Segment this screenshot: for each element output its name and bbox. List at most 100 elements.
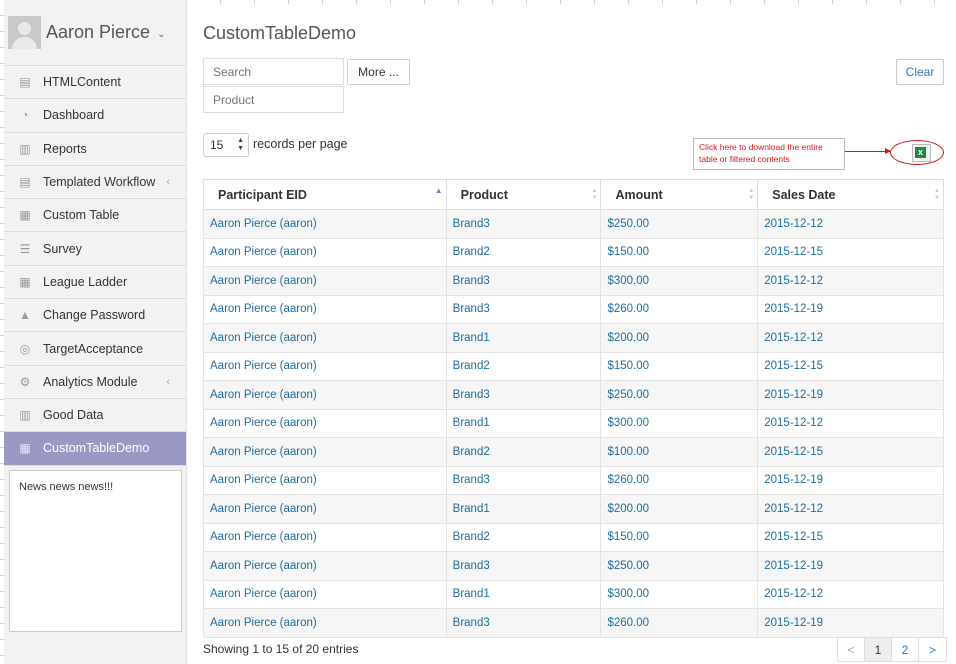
product-cell[interactable]: Brand3 (445, 266, 602, 296)
sales-date-cell[interactable]: 2015-12-12 (757, 323, 944, 353)
product-cell[interactable]: Brand1 (445, 579, 602, 609)
sidebar: Aaron Pierce ⌄ ▤ HTMLContent ◔ Dashboard ▥ Re… (4, 0, 187, 664)
amount-cell[interactable]: $260.00 (600, 294, 759, 324)
sidebar-item-htmlcontent[interactable]: ▤ HTMLContent (4, 66, 186, 100)
product-cell[interactable]: Brand2 (445, 522, 602, 552)
column-header-amount[interactable]: Amount ▲ ▼ (600, 179, 759, 210)
pagination-page-1[interactable]: 1 (865, 638, 892, 661)
product-cell[interactable]: Brand1 (445, 408, 602, 438)
sales-date-cell[interactable]: 2015-12-19 (757, 465, 944, 495)
amount-cell[interactable]: $250.00 (600, 380, 759, 410)
sales-date-cell[interactable]: 2015-12-12 (757, 408, 944, 438)
product-cell[interactable]: Brand2 (445, 351, 602, 381)
sidebar-item-label: Survey (43, 241, 82, 256)
sidebar-item-change-password[interactable]: ▲ Change Password (4, 299, 186, 333)
participant-cell[interactable]: Aaron Pierce (aaron) (203, 465, 447, 495)
user-menu[interactable]: Aaron Pierce ⌄ (4, 0, 186, 66)
participant-cell[interactable]: Aaron Pierce (aaron) (203, 380, 447, 410)
participant-cell[interactable]: Aaron Pierce (aaron) (203, 437, 447, 467)
amount-cell[interactable]: $300.00 (600, 408, 759, 438)
product-cell[interactable]: Brand2 (445, 437, 602, 467)
amount-cell[interactable]: $200.00 (600, 323, 759, 353)
records-per-page-select[interactable]: 15 ▲ ▼ (203, 133, 249, 157)
amount-cell[interactable]: $100.00 (600, 437, 759, 467)
amount-cell[interactable]: $260.00 (600, 608, 759, 638)
sales-date-cell[interactable]: 2015-12-12 (757, 579, 944, 609)
sales-date-cell[interactable]: 2015-12-15 (757, 237, 944, 267)
more-button[interactable]: More ... (347, 59, 410, 85)
product-cell[interactable]: Brand3 (445, 294, 602, 324)
pagination-page-2[interactable]: 2 (892, 638, 919, 661)
sales-date-cell[interactable]: 2015-12-15 (757, 437, 944, 467)
sales-date-cell[interactable]: 2015-12-19 (757, 551, 944, 581)
sidebar-item-reports[interactable]: ▥ Reports (4, 133, 186, 166)
amount-cell[interactable]: $300.00 (600, 266, 759, 296)
product-cell[interactable]: Brand2 (445, 237, 602, 267)
product-cell[interactable]: Brand1 (445, 323, 602, 353)
sidebar-item-templated-workflow[interactable]: ▤ Templated Workflow ‹ (4, 166, 186, 200)
sidebar-item-league-ladder[interactable]: ▦ League Ladder (4, 266, 186, 300)
sidebar-item-analytics-module[interactable]: ⚙ Analytics Module ‹ (4, 366, 186, 399)
lock-icon: ▲ (19, 308, 31, 323)
participant-cell[interactable]: Aaron Pierce (aaron) (203, 209, 447, 239)
sales-date-cell[interactable]: 2015-12-12 (757, 266, 944, 296)
sales-date-cell[interactable]: 2015-12-19 (757, 294, 944, 324)
amount-cell[interactable]: $150.00 (600, 351, 759, 381)
sales-date-cell[interactable]: 2015-12-19 (757, 608, 944, 638)
amount-cell[interactable]: $300.00 (600, 579, 759, 609)
participant-cell[interactable]: Aaron Pierce (aaron) (203, 551, 447, 581)
sidebar-item-targetacceptance[interactable]: ◎ TargetAcceptance (4, 332, 186, 366)
amount-cell[interactable]: $250.00 (600, 551, 759, 581)
amount-cell[interactable]: $150.00 (600, 237, 759, 267)
news-text: News news news!!! (19, 481, 114, 493)
news-panel: News news news!!! (9, 470, 182, 632)
amount-cell[interactable]: $150.00 (600, 522, 759, 552)
sales-date-cell[interactable]: 2015-12-15 (757, 351, 944, 381)
column-header-sales-date[interactable]: Sales Date ▲ ▼ (757, 179, 944, 210)
sidebar-item-customtabledemo[interactable]: ▦ CustomTableDemo (4, 432, 186, 466)
participant-cell[interactable]: Aaron Pierce (aaron) (203, 408, 447, 438)
callout-arrow (845, 148, 891, 154)
table-row: Aaron Pierce (aaron) Brand2 $150.00 2015-12… (203, 351, 944, 381)
participant-cell[interactable]: Aaron Pierce (aaron) (203, 351, 447, 381)
participant-cell[interactable]: Aaron Pierce (aaron) (203, 494, 447, 524)
sidebar-item-dashboard[interactable]: ◔ Dashboard (4, 99, 186, 133)
participant-cell[interactable]: Aaron Pierce (aaron) (203, 266, 447, 296)
product-cell[interactable]: Brand3 (445, 209, 602, 239)
participant-cell[interactable]: Aaron Pierce (aaron) (203, 522, 447, 552)
sales-date-cell[interactable]: 2015-12-19 (757, 380, 944, 410)
sales-date-cell[interactable]: 2015-12-12 (757, 494, 944, 524)
product-filter-input[interactable] (203, 86, 344, 113)
amount-cell[interactable]: $260.00 (600, 465, 759, 495)
sales-date-cell[interactable]: 2015-12-12 (757, 209, 944, 239)
participant-cell[interactable]: Aaron Pierce (aaron) (203, 323, 447, 353)
excel-download-icon[interactable] (912, 144, 931, 162)
amount-cell[interactable]: $200.00 (600, 494, 759, 524)
chevron-left-icon: ‹ (166, 375, 170, 388)
clear-button[interactable]: Clear (896, 59, 944, 85)
column-header-label: Sales Date (772, 187, 836, 202)
product-cell[interactable]: Brand3 (445, 608, 602, 638)
sidebar-item-custom-table[interactable]: ▦ Custom Table (4, 199, 186, 233)
participant-cell[interactable]: Aaron Pierce (aaron) (203, 608, 447, 638)
participant-cell[interactable]: Aaron Pierce (aaron) (203, 237, 447, 267)
pagination-next[interactable]: > (919, 638, 946, 661)
amount-cell[interactable]: $250.00 (600, 209, 759, 239)
search-input[interactable] (203, 58, 344, 85)
sidebar-item-good-data[interactable]: ▥ Good Data (4, 399, 186, 433)
participant-cell[interactable]: Aaron Pierce (aaron) (203, 579, 447, 609)
column-header-product[interactable]: Product ▲ ▼ (445, 179, 602, 210)
column-header-participant-eid[interactable]: Participant EID ▲ (203, 179, 447, 210)
sales-date-cell[interactable]: 2015-12-15 (757, 522, 944, 552)
sort-icon: ▲ ▼ (591, 188, 598, 201)
product-cell[interactable]: Brand3 (445, 551, 602, 581)
table-body: Aaron Pierce (aaron) Brand3 $250.00 2015-12… (203, 209, 944, 638)
product-cell[interactable]: Brand3 (445, 465, 602, 495)
sidebar-item-survey[interactable]: ☰ Survey (4, 232, 186, 266)
table-row: Aaron Pierce (aaron) Brand3 $260.00 2015-12… (203, 294, 944, 324)
product-cell[interactable]: Brand3 (445, 380, 602, 410)
pagination-prev[interactable]: < (838, 638, 865, 661)
table-row: Aaron Pierce (aaron) Brand3 $300.00 2015-12… (203, 266, 944, 296)
product-cell[interactable]: Brand1 (445, 494, 602, 524)
participant-cell[interactable]: Aaron Pierce (aaron) (203, 294, 447, 324)
